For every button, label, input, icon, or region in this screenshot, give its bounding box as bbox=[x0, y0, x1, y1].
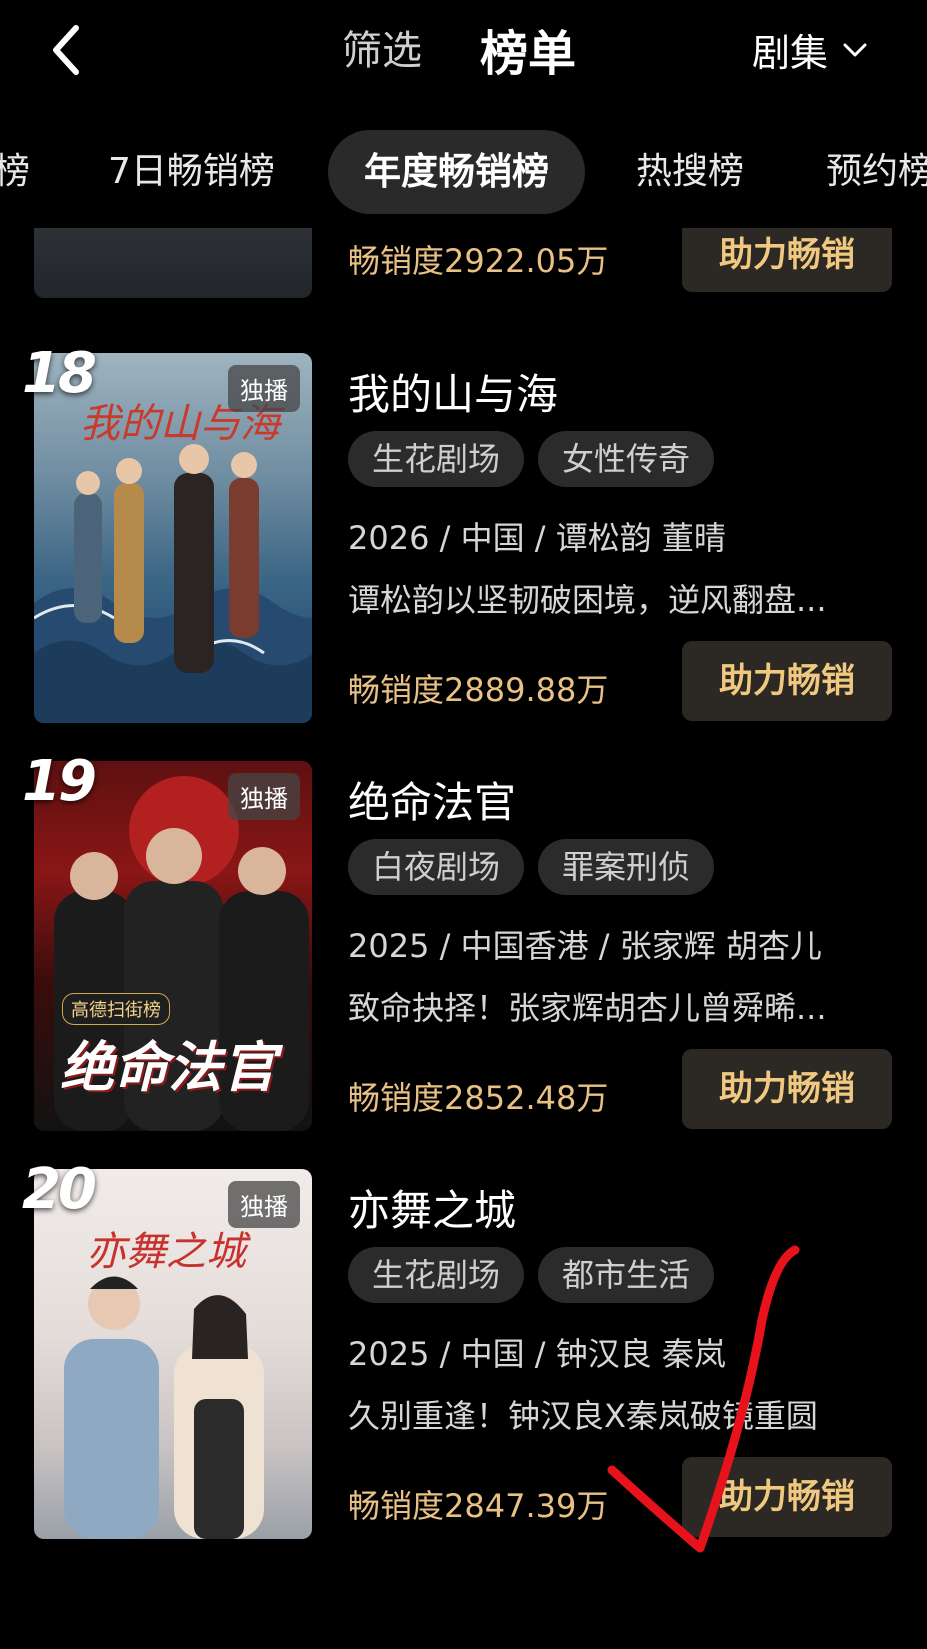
item-title[interactable]: 亦舞之城 bbox=[348, 1177, 516, 1238]
list-item: 畅销度2922.05万 助力畅销 bbox=[0, 228, 927, 298]
chevron-down-icon bbox=[843, 43, 867, 56]
item-title[interactable]: 我的山与海 bbox=[348, 361, 558, 422]
chevron-left-icon bbox=[53, 25, 79, 75]
tag[interactable]: 女性传奇 bbox=[538, 431, 715, 487]
boost-sales-button[interactable]: 助力畅销 bbox=[682, 1049, 892, 1129]
tag[interactable]: 生花剧场 bbox=[348, 431, 525, 487]
exclusive-badge: 独播 bbox=[228, 1181, 300, 1228]
poster-title: 绝命法官 bbox=[60, 1036, 276, 1099]
poster-sponsor-label: 高德扫街榜 bbox=[62, 993, 170, 1025]
tag[interactable]: 都市生活 bbox=[538, 1247, 715, 1303]
sales-score: 畅销度2847.39万 bbox=[348, 1487, 609, 1525]
list-item: 20 亦舞之城 独播 亦舞之城 生花剧场 都市生活 2025 / 中国 / 钟汉… bbox=[0, 1157, 927, 1544]
tab-hot-search[interactable]: 热搜榜 bbox=[636, 130, 744, 214]
poster-title: 亦舞之城 bbox=[86, 1229, 246, 1275]
boost-sales-button[interactable]: 助力畅销 bbox=[682, 228, 892, 292]
item-title[interactable]: 绝命法官 bbox=[348, 769, 516, 830]
rank-number: 20 bbox=[22, 1157, 97, 1222]
tag-list: 白夜剧场 罪案刑侦 bbox=[348, 839, 715, 895]
top-bar: 筛选 榜单 剧集 bbox=[0, 0, 927, 100]
boost-sales-button[interactable]: 助力畅销 bbox=[682, 641, 892, 721]
item-description: 谭松韵以坚韧破困境，逆风翻盘... bbox=[348, 581, 827, 619]
tab-reservation[interactable]: 预约榜 bbox=[826, 130, 927, 214]
tag[interactable]: 生花剧场 bbox=[348, 1247, 525, 1303]
tag-list: 生花剧场 都市生活 bbox=[348, 1247, 715, 1303]
item-meta: 2025 / 中国香港 / 张家辉 胡杏儿 bbox=[348, 927, 822, 965]
sales-score: 畅销度2852.48万 bbox=[348, 1079, 609, 1117]
boost-sales-button[interactable]: 助力畅销 bbox=[682, 1457, 892, 1537]
tab-annual-bestseller[interactable]: 年度畅销榜 bbox=[328, 130, 585, 214]
exclusive-badge: 独播 bbox=[228, 773, 300, 820]
item-description: 久别重逢！钟汉良X秦岚破镜重圆 bbox=[348, 1397, 818, 1435]
category-label: 剧集 bbox=[752, 31, 829, 75]
back-button[interactable] bbox=[44, 20, 94, 80]
ranking-list: 畅销度2922.05万 助力畅销 18 我的山与海 独播 我的山与海 生花剧场 … bbox=[0, 228, 927, 1649]
item-meta: 2026 / 中国 / 谭松韵 董晴 bbox=[348, 519, 726, 557]
poster-image[interactable]: 我的山与海 独播 bbox=[34, 353, 312, 723]
tag[interactable]: 罪案刑侦 bbox=[538, 839, 715, 895]
exclusive-badge: 独播 bbox=[228, 365, 300, 412]
list-item: 19 高德扫街榜 绝命法官 独播 绝命法官 白夜剧场 罪案刑侦 2025 / 中… bbox=[0, 749, 927, 1136]
category-dropdown[interactable]: 剧集 bbox=[752, 22, 868, 77]
ranking-tabs: 榜 7日畅销榜 年度畅销榜 热搜榜 预约榜 bbox=[0, 130, 927, 220]
poster-image[interactable] bbox=[34, 228, 312, 298]
poster-image[interactable]: 高德扫街榜 绝命法官 独播 bbox=[34, 761, 312, 1131]
sales-score: 畅销度2922.05万 bbox=[348, 242, 609, 280]
tab-7day-bestseller[interactable]: 7日畅销榜 bbox=[108, 130, 275, 214]
item-description: 致命抉择！张家辉胡杏儿曾舜晞... bbox=[348, 989, 827, 1027]
list-item: 18 我的山与海 独播 我的山与海 生花剧场 女性传奇 2026 / 中国 / … bbox=[0, 341, 927, 728]
tag-list: 生花剧场 女性传奇 bbox=[348, 431, 715, 487]
rank-number: 19 bbox=[22, 749, 97, 814]
page-title[interactable]: 榜单 bbox=[480, 14, 576, 84]
tag[interactable]: 白夜剧场 bbox=[348, 839, 525, 895]
poster-image[interactable]: 亦舞之城 独播 bbox=[34, 1169, 312, 1539]
item-meta: 2025 / 中国 / 钟汉良 秦岚 bbox=[348, 1335, 726, 1373]
rank-number: 18 bbox=[22, 341, 97, 406]
sales-score: 畅销度2889.88万 bbox=[348, 671, 609, 709]
tab-previous[interactable]: 榜 bbox=[0, 130, 30, 214]
filter-tab[interactable]: 筛选 bbox=[342, 18, 422, 76]
